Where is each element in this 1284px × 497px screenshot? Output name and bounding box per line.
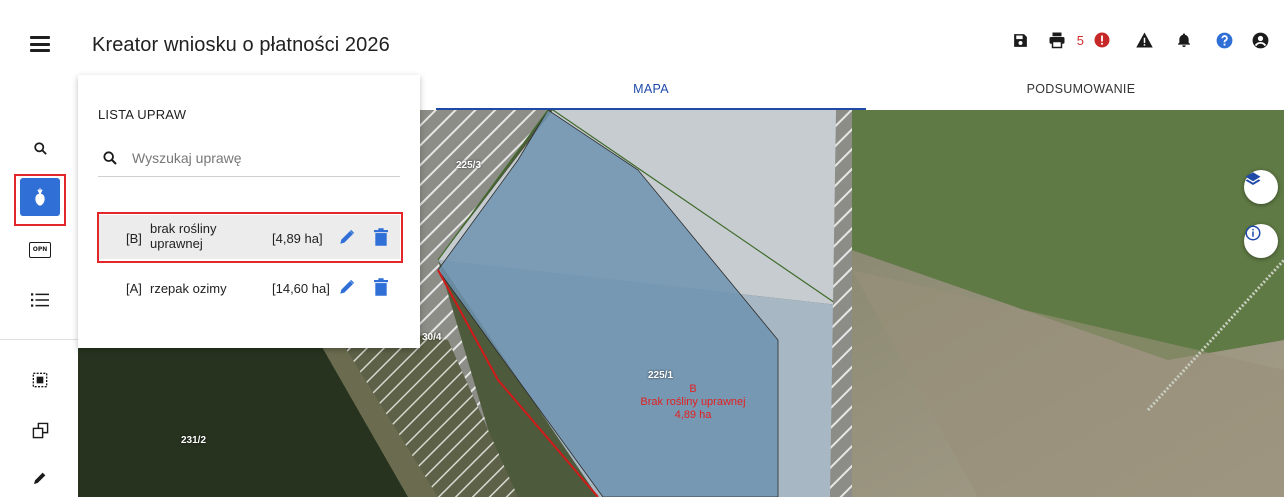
app-title: Kreator wniosku o płatności 2026 [92, 34, 390, 56]
rail-divider [0, 339, 78, 340]
parcel-label: 225/1 [648, 370, 674, 381]
tab-map[interactable]: MAPA [436, 75, 866, 110]
info-button[interactable] [1244, 224, 1278, 258]
map-crop-label: B Brak rośliny uprawnej 4,89 ha [618, 383, 768, 422]
map-crop-code: B [689, 383, 697, 395]
help-icon[interactable] [1212, 28, 1236, 52]
left-rail: OPN [0, 110, 78, 497]
rail-opn-button[interactable]: OPN [18, 228, 62, 272]
tab-summary[interactable]: PODSUMOWANIE [866, 75, 1284, 110]
trash-icon[interactable] [374, 278, 388, 296]
toolbar: 5 [997, 28, 1272, 52]
crop-search-input[interactable] [132, 147, 392, 169]
opn-icon: OPN [29, 242, 51, 258]
crop-list-item[interactable]: [A] rzepak ozimy [14,60 ha] [98, 267, 400, 311]
search-icon [33, 141, 47, 155]
rail-copy-button[interactable] [18, 408, 62, 452]
rail-edit-button[interactable] [18, 456, 62, 497]
crop-highlight-box [97, 212, 403, 263]
rail-select-area-button[interactable] [18, 358, 62, 402]
layers-button[interactable] [1244, 170, 1278, 204]
pencil-icon [34, 472, 46, 484]
info-icon [1245, 225, 1261, 241]
error-circle-icon[interactable] [1090, 28, 1114, 52]
save-icon[interactable] [1009, 28, 1033, 52]
list-icon [31, 293, 49, 307]
parcel-label: 225/3 [456, 160, 482, 171]
rail-search-button[interactable] [18, 126, 62, 170]
crop-code: [A] [126, 281, 142, 296]
map-crop-name: Brak rośliny uprawnej [640, 396, 746, 408]
panel-title: LISTA UPRAW [98, 107, 187, 122]
layers-icon [1245, 172, 1261, 185]
bell-icon[interactable] [1172, 28, 1196, 52]
rail-highlight-box [14, 174, 66, 226]
opn-label: OPN [32, 246, 48, 253]
crop-area: [14,60 ha] [272, 281, 330, 296]
parcel-label: 231/2 [181, 435, 207, 446]
print-icon[interactable] [1045, 28, 1069, 52]
error-count: 5 [1076, 32, 1084, 48]
crop-name: rzepak ozimy [150, 281, 227, 296]
warning-icon[interactable] [1132, 28, 1156, 52]
pencil-icon[interactable] [338, 278, 356, 296]
rail-list-button[interactable] [18, 278, 62, 322]
hamburger-icon[interactable] [30, 36, 50, 52]
map-crop-area: 4,89 ha [674, 409, 712, 421]
crop-search [98, 141, 400, 177]
account-icon[interactable] [1248, 28, 1272, 52]
parcel-label: 30/4 [422, 332, 442, 343]
select-area-icon [32, 372, 48, 388]
copy-icon [32, 422, 48, 438]
top-bar: Kreator wniosku o płatności 2026 5 [0, 0, 1284, 75]
search-icon [103, 151, 117, 165]
